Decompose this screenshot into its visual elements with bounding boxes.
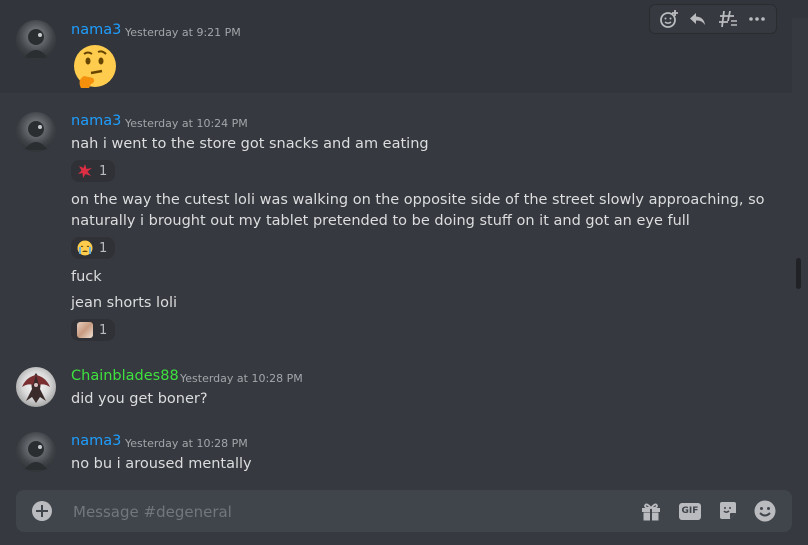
username[interactable]: nama3 [71, 22, 121, 38]
reaction[interactable]: 1 [71, 237, 115, 259]
upload-plus-icon[interactable] [32, 501, 52, 521]
reaction[interactable]: 1 [71, 160, 115, 182]
message-toolbar [649, 4, 777, 34]
gift-icon[interactable] [639, 499, 663, 523]
message-list: nama3 Yesterday at 9:21 PM nama3 Yesterd… [0, 0, 792, 490]
timestamp: Yesterday at 10:28 PM [125, 437, 248, 450]
message-text: jean shorts loli [71, 295, 178, 311]
sticker-icon[interactable] [716, 499, 740, 523]
message-text: nah i went to the store got snacks and a… [71, 136, 429, 152]
crying-face-emoji [77, 240, 93, 256]
username[interactable]: nama3 [71, 433, 121, 449]
avatar[interactable] [16, 20, 56, 60]
message-text: did you get boner? [71, 391, 208, 407]
timestamp: Yesterday at 10:28 PM [180, 372, 303, 385]
timestamp: Yesterday at 9:21 PM [125, 26, 241, 39]
anger-emoji [77, 163, 93, 179]
message-text: fuck [71, 269, 102, 285]
username[interactable]: Chainblades88 [71, 368, 179, 384]
more-icon[interactable] [745, 7, 769, 31]
create-thread-icon[interactable] [716, 7, 740, 31]
username[interactable]: nama3 [71, 113, 121, 129]
message-composer: GIF [16, 490, 792, 534]
reaction-count: 1 [99, 240, 108, 256]
reaction[interactable]: 1 [71, 319, 115, 341]
avatar[interactable] [16, 367, 56, 407]
reply-icon[interactable] [686, 7, 710, 31]
avatar[interactable] [16, 432, 56, 472]
message-text: no bu i aroused mentally [71, 456, 252, 472]
avatar[interactable] [16, 112, 56, 152]
message-text: on the way the cutest loli was walking o… [71, 192, 765, 208]
scrollbar-track[interactable] [794, 0, 802, 490]
gif-label: GIF [679, 502, 701, 520]
message-group: Chainblades88 Yesterday at 10:28 PM did … [0, 355, 792, 415]
gif-icon[interactable]: GIF [678, 499, 702, 523]
scrollbar-thumb[interactable] [796, 258, 801, 289]
add-reaction-icon[interactable] [657, 7, 681, 31]
thinking-face-emoji [71, 42, 119, 90]
reaction-count: 1 [99, 163, 108, 179]
emoji-icon[interactable] [753, 499, 777, 523]
reaction-count: 1 [99, 322, 108, 338]
message-group: nama3 Yesterday at 10:28 PM no bu i arou… [0, 420, 792, 485]
message-group: nama3 Yesterday at 10:24 PM nah i went t… [0, 100, 792, 350]
custom-image-emoji [77, 322, 93, 338]
timestamp: Yesterday at 10:24 PM [125, 117, 248, 130]
message-input[interactable] [71, 490, 615, 534]
message-text: naturally i brought out my tablet preten… [71, 213, 690, 229]
